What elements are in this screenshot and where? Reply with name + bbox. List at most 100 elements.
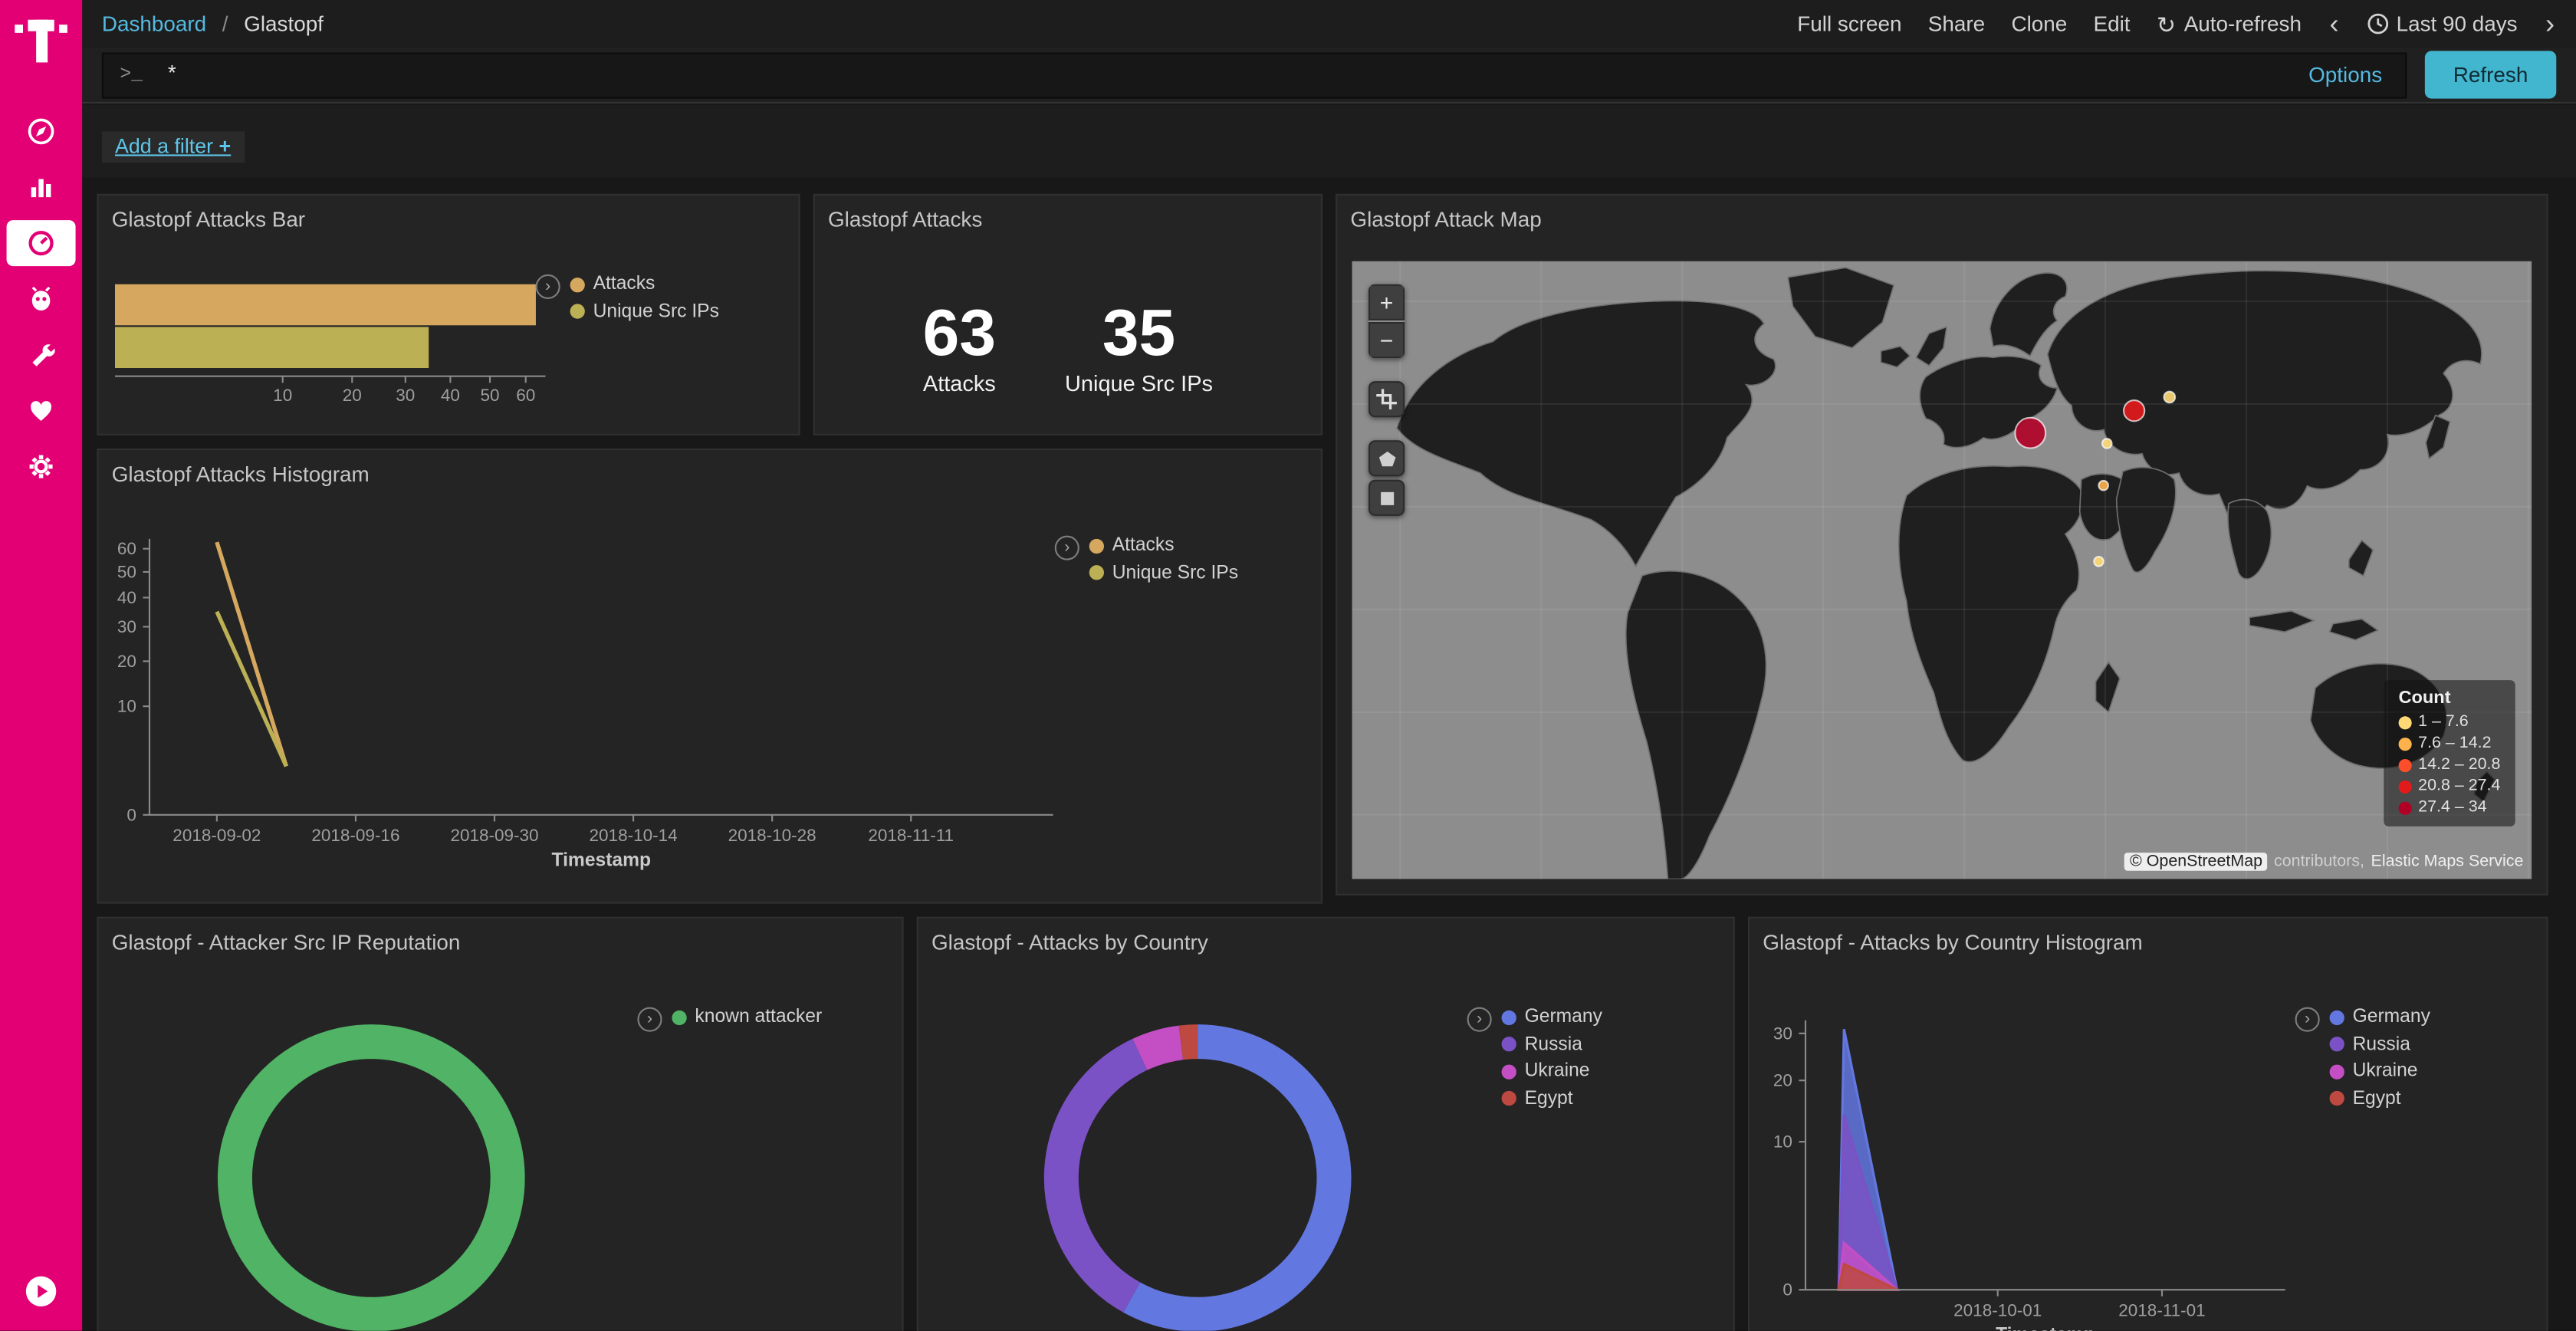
legend-item[interactable]: 27.4 – 34 [2398, 798, 2500, 817]
legend-label: Egypt [2353, 1089, 2401, 1109]
svg-text:30: 30 [1773, 1024, 1792, 1043]
chart-legend: known attacker [672, 1007, 822, 1034]
legend-label: Germany [2353, 1007, 2430, 1027]
svg-text:2018-10-14: 2018-10-14 [590, 826, 678, 845]
panel-title: Glastopf - Attacker Src IP Reputation [99, 919, 902, 961]
legend-toggle-icon[interactable]: › [637, 1007, 662, 1032]
legend-item[interactable]: Unique Src IPs [570, 301, 719, 321]
legend-label: Attacks [1112, 536, 1175, 556]
sidebar-collapse-button[interactable] [23, 1273, 59, 1318]
country-donut-chart[interactable] [1033, 1014, 1362, 1331]
legend-item[interactable]: Egypt [2330, 1089, 2430, 1109]
sidebar-item-devtools[interactable] [0, 327, 82, 383]
legend-swatch [1502, 1037, 1516, 1051]
sidebar-item-monitoring[interactable] [0, 383, 82, 439]
legend-item[interactable]: 14.2 – 20.8 [2398, 756, 2500, 774]
legend-item[interactable]: Russia [1502, 1034, 1602, 1054]
logo-stem [36, 20, 48, 63]
legend-swatch [2330, 1091, 2344, 1106]
reputation-donut-chart[interactable] [207, 1014, 536, 1331]
breadcrumb-current: Glastopf [244, 12, 324, 36]
full-screen-button[interactable]: Full screen [1797, 12, 1901, 36]
query-options-link[interactable]: Options [2308, 62, 2382, 87]
share-button[interactable]: Share [1928, 12, 1985, 36]
sidebar-item-honeypot[interactable] [0, 271, 82, 327]
legend-swatch [1502, 1091, 1516, 1106]
legend-item[interactable]: 20.8 – 27.4 [2398, 777, 2500, 796]
svg-text:2018-09-02: 2018-09-02 [172, 826, 261, 845]
query-input[interactable]: >_ * Options [102, 52, 2407, 98]
legend-item[interactable]: Russia [2330, 1034, 2430, 1054]
chart-legend: Attacks Unique Src IPs [570, 274, 719, 329]
legend-swatch [1089, 538, 1104, 553]
map-legend-title: Count [2398, 689, 2500, 708]
clone-button[interactable]: Clone [2011, 12, 2067, 36]
map-zoom-out-button[interactable]: − [1368, 322, 1405, 358]
app-nav [0, 104, 82, 495]
panel-attacks-by-country: Glastopf - Attacks by Country › GermanyR… [917, 917, 1735, 1331]
legend-item[interactable]: known attacker [672, 1007, 822, 1027]
query-value[interactable]: * [166, 62, 2308, 87]
edit-button[interactable]: Edit [2094, 12, 2131, 36]
map-draw-polygon-button[interactable] [1368, 440, 1405, 476]
legend-swatch [2398, 737, 2411, 750]
elastic-maps-service-link[interactable]: Elastic Maps Service [2371, 853, 2524, 871]
metric-value: 35 [1065, 301, 1213, 366]
legend-item[interactable]: Egypt [1502, 1089, 1602, 1109]
filter-bar: Add a filter + [82, 105, 2576, 177]
legend-toggle-icon[interactable]: › [2295, 1007, 2320, 1032]
legend-toggle-icon[interactable]: › [536, 274, 560, 299]
sidebar-item-management[interactable] [0, 439, 82, 495]
legend-toggle-icon[interactable]: › [1055, 536, 1079, 560]
time-back-button[interactable]: ‹ [2328, 10, 2340, 38]
svg-text:2018-11-11: 2018-11-11 [868, 826, 954, 845]
legend-label: known attacker [695, 1007, 822, 1027]
map-zoom-in-button[interactable]: + [1368, 284, 1405, 320]
legend-item[interactable]: Attacks [570, 274, 719, 294]
map-attribution: © OpenStreetMap contributors, Elastic Ma… [2125, 853, 2524, 871]
breadcrumb-dashboard-link[interactable]: Dashboard [102, 12, 206, 36]
svg-text:60: 60 [117, 539, 136, 558]
openstreetmap-link[interactable]: © OpenStreetMap [2125, 853, 2268, 871]
active-item-highlight [7, 220, 76, 266]
panel-src-ip-reputation: Glastopf - Attacker Src IP Reputation › … [97, 917, 903, 1331]
chart-legend: Germany Russia Ukraine Egypt [2330, 1007, 2430, 1116]
country-area-chart[interactable]: 01020302018-10-012018-11-01Timestamp [1750, 919, 2546, 1331]
legend-label: 14.2 – 20.8 [2418, 756, 2500, 774]
legend-item[interactable]: Unique Src IPs [1089, 563, 1238, 583]
chart-legend: Attacks Unique Src IPs [1089, 536, 1238, 590]
refresh-button[interactable]: Refresh [2425, 51, 2556, 98]
legend-item[interactable]: 7.6 – 14.2 [2398, 735, 2500, 753]
sidebar-item-visualize[interactable] [0, 159, 82, 215]
auto-refresh-button[interactable]: ↻ Auto-refresh [2157, 12, 2302, 36]
legend-label: Attacks [593, 274, 656, 294]
time-forward-button[interactable]: › [2544, 10, 2556, 38]
map-draw-rectangle-button[interactable] [1368, 480, 1405, 516]
legend-toggle-icon[interactable]: › [1467, 1007, 1492, 1032]
svg-text:2018-09-30: 2018-09-30 [450, 826, 538, 845]
legend-item[interactable]: 1 – 7.6 [2398, 713, 2500, 731]
legend-item[interactable]: Ukraine [1502, 1061, 1602, 1081]
legend-item[interactable]: Attacks [1089, 536, 1238, 556]
logo-dot [59, 25, 67, 33]
attacks-line-chart[interactable]: 01020304050602018-09-022018-09-162018-09… [99, 450, 1321, 903]
legend-item[interactable]: Ukraine [2330, 1061, 2430, 1081]
svg-text:10: 10 [273, 386, 292, 405]
svg-text:10: 10 [1773, 1132, 1792, 1152]
heart-icon [26, 396, 56, 426]
world-map[interactable]: + − [1352, 261, 2532, 879]
legend-item[interactable]: Germany [2330, 1007, 2430, 1027]
add-filter-link[interactable]: Add a filter + [102, 131, 244, 163]
sidebar-item-discover[interactable] [0, 104, 82, 159]
svg-text:Timestamp: Timestamp [552, 850, 652, 870]
legend-label: Germany [1525, 1007, 1602, 1027]
time-range-button[interactable]: Last 90 days [2367, 12, 2518, 36]
map-fit-data-button[interactable] [1368, 381, 1405, 417]
legend-item[interactable]: Germany [1502, 1007, 1602, 1027]
svg-text:50: 50 [481, 386, 500, 405]
bar-chart-icon [26, 173, 56, 202]
svg-text:2018-10-28: 2018-10-28 [728, 826, 816, 845]
legend-label: 1 – 7.6 [2418, 713, 2469, 731]
sidebar-item-dashboard[interactable] [0, 215, 82, 271]
breadcrumb-separator: / [222, 12, 228, 36]
